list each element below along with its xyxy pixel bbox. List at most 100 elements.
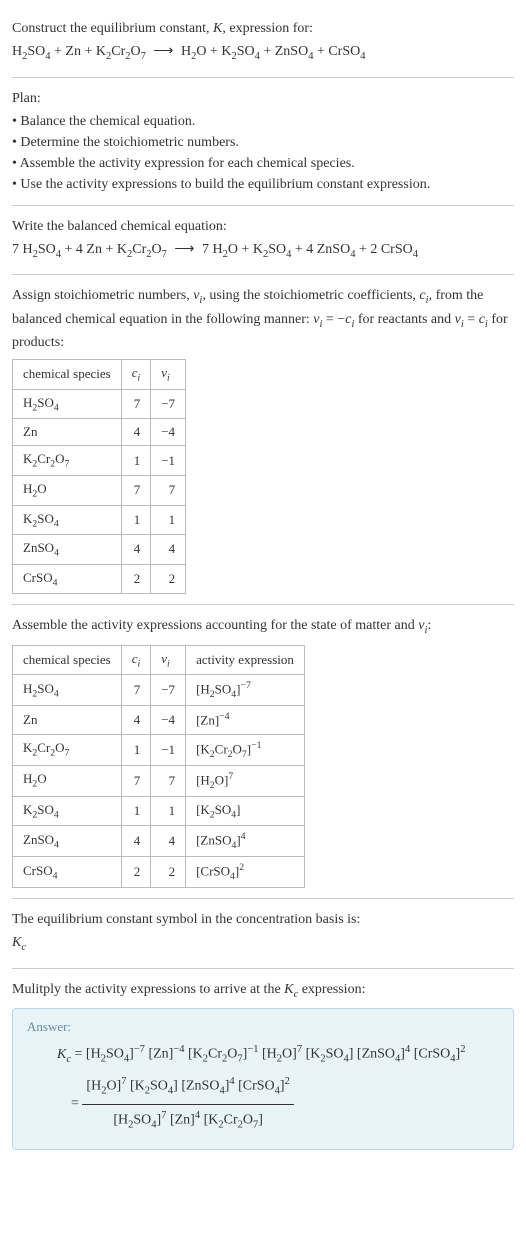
table-row: CrSO422[CrSO4]2 bbox=[13, 857, 305, 888]
table-row: Zn4−4 bbox=[13, 419, 186, 446]
cell-species: Zn bbox=[13, 706, 122, 734]
answer-label: Answer: bbox=[27, 1019, 499, 1035]
plan-item: Balance the chemical equation. bbox=[12, 111, 514, 132]
cell-expr: [CrSO4]2 bbox=[186, 857, 305, 888]
cell-v: −4 bbox=[151, 706, 186, 734]
cell-c: 2 bbox=[121, 857, 151, 888]
plan-heading: Plan: bbox=[12, 88, 514, 109]
cell-expr: [K2SO4] bbox=[186, 796, 305, 826]
answer-line2: = [H2O]7 [K2SO4] [ZnSO4]4 [CrSO4]2 [H2SO… bbox=[27, 1073, 499, 1135]
table-row: K2SO411 bbox=[13, 505, 186, 535]
cell-v: 2 bbox=[151, 564, 186, 594]
col-species: chemical species bbox=[13, 360, 122, 390]
cell-v: 1 bbox=[151, 505, 186, 535]
cell-v: −4 bbox=[151, 419, 186, 446]
fraction-denominator: [H2SO4]7 [Zn]4 [K2Cr2O7] bbox=[82, 1105, 293, 1135]
table-row: H2SO47−7[H2SO4]−7 bbox=[13, 675, 305, 706]
cell-c: 2 bbox=[121, 564, 151, 594]
intro-line1: Construct the equilibrium constant, K, e… bbox=[12, 18, 514, 39]
cell-v: 4 bbox=[151, 535, 186, 565]
kc-symbol-heading: The equilibrium constant symbol in the c… bbox=[12, 909, 514, 930]
cell-c: 7 bbox=[121, 765, 151, 796]
activity-section: Assemble the activity expressions accoun… bbox=[12, 605, 514, 898]
cell-species: ZnSO4 bbox=[13, 826, 122, 857]
cell-c: 7 bbox=[121, 475, 151, 505]
answer-fraction: [H2O]7 [K2SO4] [ZnSO4]4 [CrSO4]2 [H2SO4]… bbox=[82, 1073, 293, 1135]
answer-box: Answer: Kc = [H2SO4]−7 [Zn]−4 [K2Cr2O7]−… bbox=[12, 1008, 514, 1150]
col-c: ci bbox=[121, 360, 151, 390]
col-c: ci bbox=[121, 645, 151, 675]
col-v: νi bbox=[151, 645, 186, 675]
cell-v: 7 bbox=[151, 765, 186, 796]
answer-line1: Kc = [H2SO4]−7 [Zn]−4 [K2Cr2O7]−1 [H2O]7… bbox=[27, 1041, 499, 1069]
cell-v: −7 bbox=[151, 675, 186, 706]
cell-c: 1 bbox=[121, 734, 151, 765]
multiply-heading: Mulitply the activity expressions to arr… bbox=[12, 979, 514, 1003]
multiply-section: Mulitply the activity expressions to arr… bbox=[12, 969, 514, 1161]
table-row: H2O77[H2O]7 bbox=[13, 765, 305, 796]
cell-expr: [H2O]7 bbox=[186, 765, 305, 796]
cell-species: H2SO4 bbox=[13, 675, 122, 706]
plan-item: Determine the stoichiometric numbers. bbox=[12, 132, 514, 153]
plan-item: Assemble the activity expression for eac… bbox=[12, 153, 514, 174]
table-row: K2Cr2O71−1 bbox=[13, 446, 186, 476]
table-row: K2SO411[K2SO4] bbox=[13, 796, 305, 826]
cell-species: K2Cr2O7 bbox=[13, 734, 122, 765]
col-expr: activity expression bbox=[186, 645, 305, 675]
cell-species: K2SO4 bbox=[13, 796, 122, 826]
table-row: CrSO422 bbox=[13, 564, 186, 594]
cell-expr: [K2Cr2O7]−1 bbox=[186, 734, 305, 765]
cell-species: H2SO4 bbox=[13, 389, 122, 419]
balanced-section: Write the balanced chemical equation: 7 … bbox=[12, 206, 514, 275]
cell-expr: [H2SO4]−7 bbox=[186, 675, 305, 706]
cell-c: 1 bbox=[121, 505, 151, 535]
cell-c: 1 bbox=[121, 446, 151, 476]
cell-v: −1 bbox=[151, 446, 186, 476]
cell-c: 4 bbox=[121, 419, 151, 446]
cell-species: Zn bbox=[13, 419, 122, 446]
cell-species: ZnSO4 bbox=[13, 535, 122, 565]
cell-species: CrSO4 bbox=[13, 564, 122, 594]
cell-v: 7 bbox=[151, 475, 186, 505]
table-row: ZnSO444[ZnSO4]4 bbox=[13, 826, 305, 857]
cell-v: −7 bbox=[151, 389, 186, 419]
stoich-heading: Assign stoichiometric numbers, νi, using… bbox=[12, 285, 514, 353]
cell-expr: [Zn]−4 bbox=[186, 706, 305, 734]
plan-item: Use the activity expressions to build th… bbox=[12, 174, 514, 195]
cell-species: H2O bbox=[13, 475, 122, 505]
activity-heading: Assemble the activity expressions accoun… bbox=[12, 615, 514, 639]
cell-expr: [ZnSO4]4 bbox=[186, 826, 305, 857]
fraction-numerator: [H2O]7 [K2SO4] [ZnSO4]4 [CrSO4]2 bbox=[82, 1073, 293, 1104]
col-species: chemical species bbox=[13, 645, 122, 675]
stoich-table: chemical species ci νi H2SO47−7 Zn4−4 K2… bbox=[12, 359, 186, 594]
cell-species: K2Cr2O7 bbox=[13, 446, 122, 476]
kc-symbol-value: Kc bbox=[12, 932, 514, 956]
intro-section: Construct the equilibrium constant, K, e… bbox=[12, 8, 514, 77]
cell-species: H2O bbox=[13, 765, 122, 796]
cell-c: 4 bbox=[121, 706, 151, 734]
table-row: K2Cr2O71−1[K2Cr2O7]−1 bbox=[13, 734, 305, 765]
intro-equation: H2SO4 + Zn + K2Cr2O7 ⟶ H2O + K2SO4 + ZnS… bbox=[12, 41, 514, 65]
activity-table: chemical species ci νi activity expressi… bbox=[12, 645, 305, 888]
cell-c: 4 bbox=[121, 826, 151, 857]
table-row: Zn4−4[Zn]−4 bbox=[13, 706, 305, 734]
table-header-row: chemical species ci νi activity expressi… bbox=[13, 645, 305, 675]
stoich-section: Assign stoichiometric numbers, νi, using… bbox=[12, 275, 514, 604]
kc-symbol-section: The equilibrium constant symbol in the c… bbox=[12, 899, 514, 968]
table-header-row: chemical species ci νi bbox=[13, 360, 186, 390]
balanced-heading: Write the balanced chemical equation: bbox=[12, 216, 514, 237]
cell-c: 7 bbox=[121, 675, 151, 706]
table-row: H2SO47−7 bbox=[13, 389, 186, 419]
cell-species: K2SO4 bbox=[13, 505, 122, 535]
plan-section: Plan: Balance the chemical equation. Det… bbox=[12, 78, 514, 205]
cell-v: 4 bbox=[151, 826, 186, 857]
table-row: H2O77 bbox=[13, 475, 186, 505]
col-v: νi bbox=[151, 360, 186, 390]
cell-c: 1 bbox=[121, 796, 151, 826]
cell-v: −1 bbox=[151, 734, 186, 765]
cell-c: 7 bbox=[121, 389, 151, 419]
balanced-equation: 7 H2SO4 + 4 Zn + K2Cr2O7 ⟶ 7 H2O + K2SO4… bbox=[12, 239, 514, 263]
cell-species: CrSO4 bbox=[13, 857, 122, 888]
cell-v: 1 bbox=[151, 796, 186, 826]
plan-list: Balance the chemical equation. Determine… bbox=[12, 111, 514, 195]
